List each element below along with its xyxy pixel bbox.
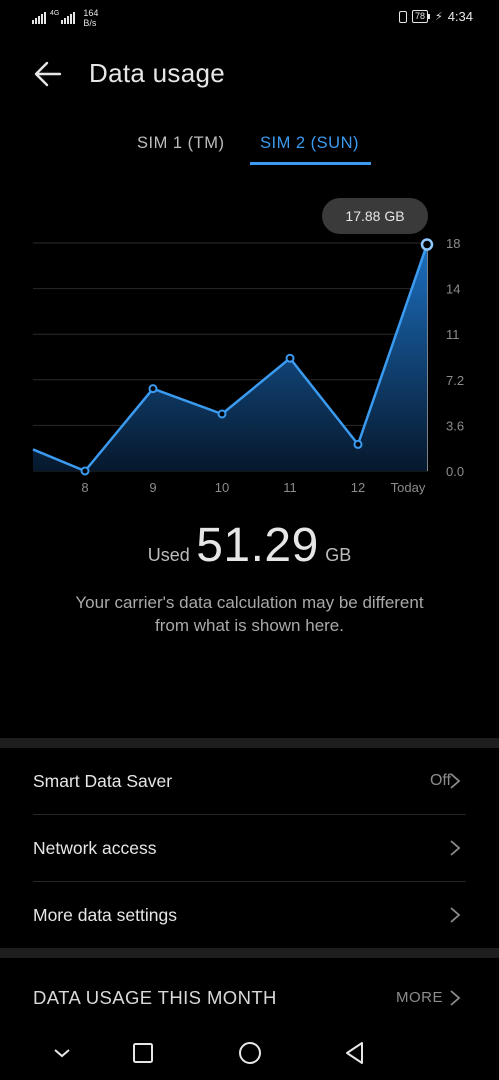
- chart-tooltip: 17.88 GB: [322, 198, 428, 234]
- network-type: 4G: [50, 9, 60, 17]
- disclaimer-line-2: from what is shown here.: [155, 616, 344, 635]
- x-tick-label: 8: [81, 480, 88, 495]
- data-usage-month-section[interactable]: DATA USAGE THIS MONTH MORE: [0, 975, 499, 1021]
- more-data-settings-label: More data settings: [33, 905, 177, 925]
- network-access-row[interactable]: Network access: [0, 815, 499, 881]
- page-title: Data usage: [89, 58, 225, 88]
- chevron-down-icon[interactable]: [47, 1038, 77, 1068]
- y-tick-label: 11: [446, 327, 460, 342]
- used-summary: Used 51.29 GB: [0, 518, 499, 573]
- battery-level: 78: [411, 10, 428, 23]
- x-tick-label: Today: [391, 480, 426, 495]
- network-speed: 164 B/s: [83, 8, 98, 28]
- active-tab-indicator: [250, 162, 371, 165]
- data-point[interactable]: [80, 466, 90, 476]
- signal-strength-icon: [61, 12, 76, 24]
- y-tick-label: 0.0: [446, 464, 464, 479]
- more-link[interactable]: MORE: [396, 975, 443, 1021]
- charging-icon: ⚡: [434, 11, 443, 23]
- x-tick-label: 10: [215, 480, 229, 495]
- y-tick-label: 3.6: [446, 418, 464, 433]
- speed-value: 164: [83, 8, 99, 18]
- usage-chart: 18 14 11 7.2 3.6 0.0 8 9 10 11 12 Today: [32, 236, 464, 495]
- data-point[interactable]: [217, 409, 227, 419]
- battery-icon: 78: [411, 10, 430, 23]
- data-point[interactable]: [285, 353, 295, 363]
- month-section-title: DATA USAGE THIS MONTH: [33, 987, 277, 1008]
- vibrate-icon: [398, 10, 407, 23]
- network-access-label: Network access: [33, 838, 157, 858]
- smart-data-saver-row[interactable]: Smart Data Saver Off: [0, 748, 499, 814]
- chevron-right-icon: [450, 773, 461, 789]
- chevron-right-icon: [450, 990, 461, 1006]
- back-button[interactable]: [32, 58, 64, 90]
- square-icon[interactable]: [128, 1038, 158, 1068]
- x-tick-label: 11: [283, 480, 297, 495]
- circle-icon[interactable]: [235, 1038, 265, 1068]
- section-divider: [0, 738, 499, 748]
- triangle-left-icon[interactable]: [340, 1038, 370, 1068]
- y-tick-label: 14: [446, 282, 460, 297]
- more-data-settings-row[interactable]: More data settings: [0, 882, 499, 948]
- chevron-right-icon: [450, 907, 461, 923]
- section-divider: [0, 948, 499, 958]
- signal-strength-icon: [32, 12, 46, 24]
- data-point[interactable]: [148, 384, 158, 394]
- carrier-disclaimer: Your carrier's data calculation may be d…: [30, 591, 469, 637]
- tab-sim-2[interactable]: SIM 2 (SUN): [260, 134, 359, 153]
- used-label: Used: [147, 545, 190, 565]
- used-unit: GB: [325, 545, 352, 565]
- chevron-right-icon: [450, 840, 461, 856]
- y-tick-label: 7.2: [446, 373, 464, 388]
- system-navigation-bar: [0, 1028, 499, 1080]
- highlighted-data-point[interactable]: [420, 238, 434, 251]
- data-point[interactable]: [353, 439, 363, 449]
- disclaimer-line-1: Your carrier's data calculation may be d…: [75, 593, 424, 612]
- arrow-left-icon: [34, 61, 62, 87]
- y-tick-label: 18: [446, 236, 460, 251]
- status-bar: 4G 164 B/s 78 ⚡ 4:34: [0, 0, 499, 36]
- x-tick-label: 9: [149, 480, 156, 495]
- clock: 4:34: [447, 9, 473, 24]
- used-value: 51.29: [196, 519, 319, 572]
- x-tick-label: 12: [351, 480, 365, 495]
- usage-area: [33, 244, 427, 471]
- tab-sim-1[interactable]: SIM 1 (TM): [137, 134, 225, 153]
- speed-unit: B/s: [83, 18, 97, 28]
- smart-data-saver-label: Smart Data Saver: [33, 771, 173, 791]
